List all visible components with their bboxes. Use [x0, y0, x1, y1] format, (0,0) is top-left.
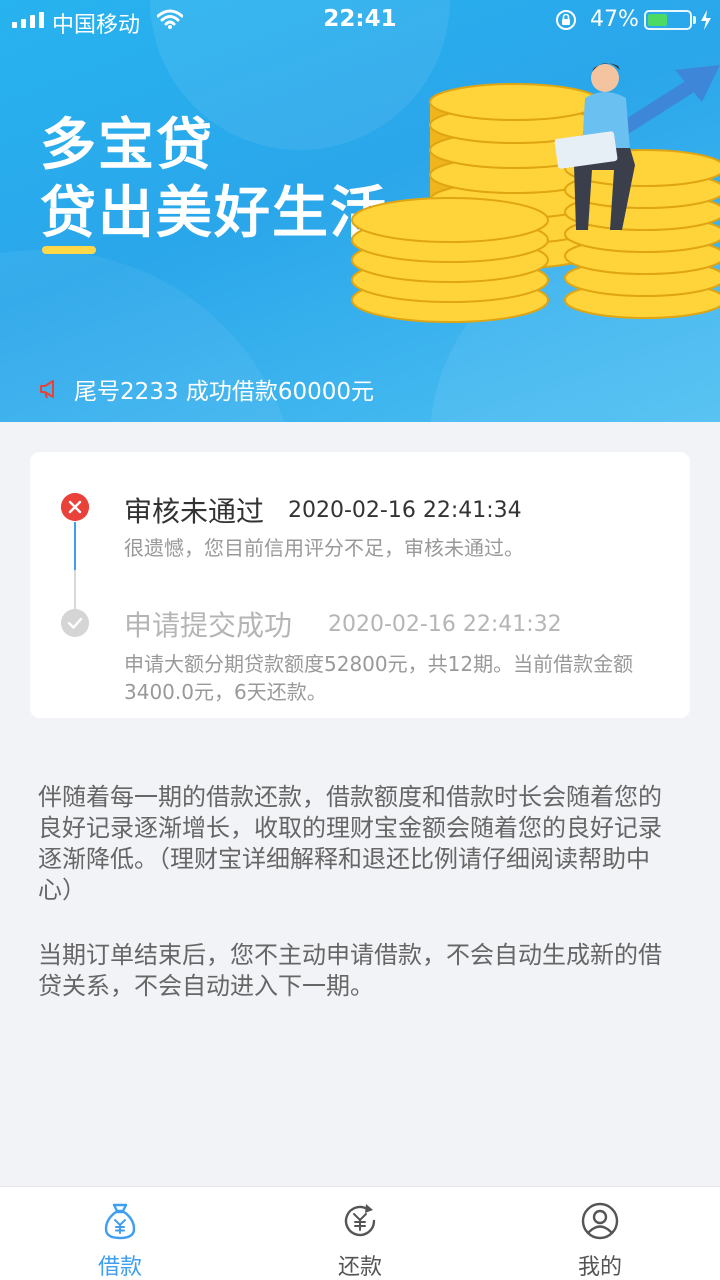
step-description: 很遗憾，您目前信用评分不足，审核未通过。: [124, 536, 524, 560]
fail-icon: [61, 493, 89, 521]
timeline-line-active: [74, 522, 76, 570]
brand-underline: [42, 246, 96, 254]
coins-illustration: [351, 62, 720, 323]
battery-tip: [693, 16, 696, 24]
tab-label: 借款: [97, 1255, 142, 1280]
promo-banner[interactable]: 中国移动 22:41 47% 多宝贷 贷出美好生活 尾号2233 成功借款600…: [0, 0, 720, 422]
step-description: 申请大额分期贷款额度52800元，共12期。当前借款金额3400.0元，6天还款…: [124, 652, 634, 704]
user-icon: [581, 1202, 619, 1240]
money-bag-icon: [104, 1203, 136, 1240]
megaphone-icon: [40, 380, 54, 399]
info-paragraph: 伴随着每一期的借款还款，借款额度和借款时长会随着您的良好记录逐渐增长，收取的理财…: [38, 783, 662, 904]
battery-icon: [644, 10, 692, 30]
tab-repay[interactable]: 还款: [240, 1187, 480, 1280]
notice-text: 尾号2233 成功借款60000元: [74, 379, 375, 405]
info-paragraph: 当期订单结束后，您不主动申请借款，不会自动生成新的借贷关系，不会自动进入下一期。: [38, 941, 662, 1000]
battery-level: [648, 14, 667, 26]
check-icon: [61, 609, 89, 637]
battery-percent: 47%: [590, 7, 639, 32]
charging-icon: [701, 10, 711, 30]
step-title: 申请提交成功: [124, 609, 293, 642]
tab-label: 我的: [577, 1255, 622, 1280]
step-title: 审核未通过: [124, 495, 265, 528]
step-time: 2020-02-16 22:41:32: [328, 612, 562, 637]
rotation-lock-icon: [556, 10, 576, 30]
status-bar: 中国移动 22:41 47%: [0, 0, 720, 40]
application-status-card: 审核未通过 2020-02-16 22:41:34 很遗憾，您目前信用评分不足，…: [30, 452, 690, 718]
tab-label: 还款: [337, 1255, 382, 1280]
tab-mine[interactable]: 我的: [480, 1187, 720, 1280]
tab-borrow[interactable]: 借款: [0, 1187, 240, 1280]
repay-yen-icon: [344, 1204, 376, 1237]
loan-notice: 尾号2233 成功借款60000元: [38, 372, 374, 406]
bottom-tab-bar: 借款 还款 我的: [0, 1186, 720, 1280]
step-time: 2020-02-16 22:41:34: [288, 498, 522, 523]
